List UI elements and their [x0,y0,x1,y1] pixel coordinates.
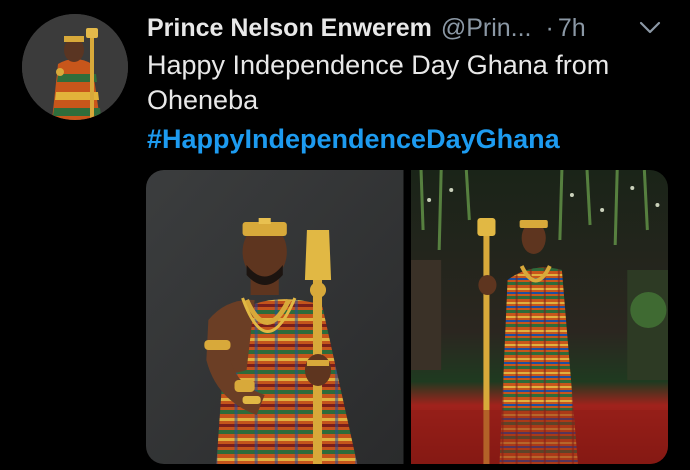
full-length-photo [410,170,668,464]
avatar[interactable] [22,14,128,120]
media-grid [146,170,668,464]
timestamp[interactable]: 7h [558,14,586,43]
avatar-photo [22,14,128,120]
portrait-photo [146,170,404,464]
hashtag-link[interactable]: #HappyIndependenceDayGhana [147,122,560,157]
photo-full-length[interactable] [410,170,668,464]
author-name[interactable]: Prince Nelson Enwerem [147,14,432,43]
chevron-down-icon[interactable] [638,18,662,38]
author-handle[interactable]: @Prin... [441,14,532,43]
photo-portrait[interactable] [146,170,404,464]
tweet-text: Happy Independence Day Ghana from Oheneb… [147,50,610,115]
tweet-header: Prince Nelson Enwerem @Prin... · 7h [147,12,668,44]
separator-dot: · [545,13,554,42]
